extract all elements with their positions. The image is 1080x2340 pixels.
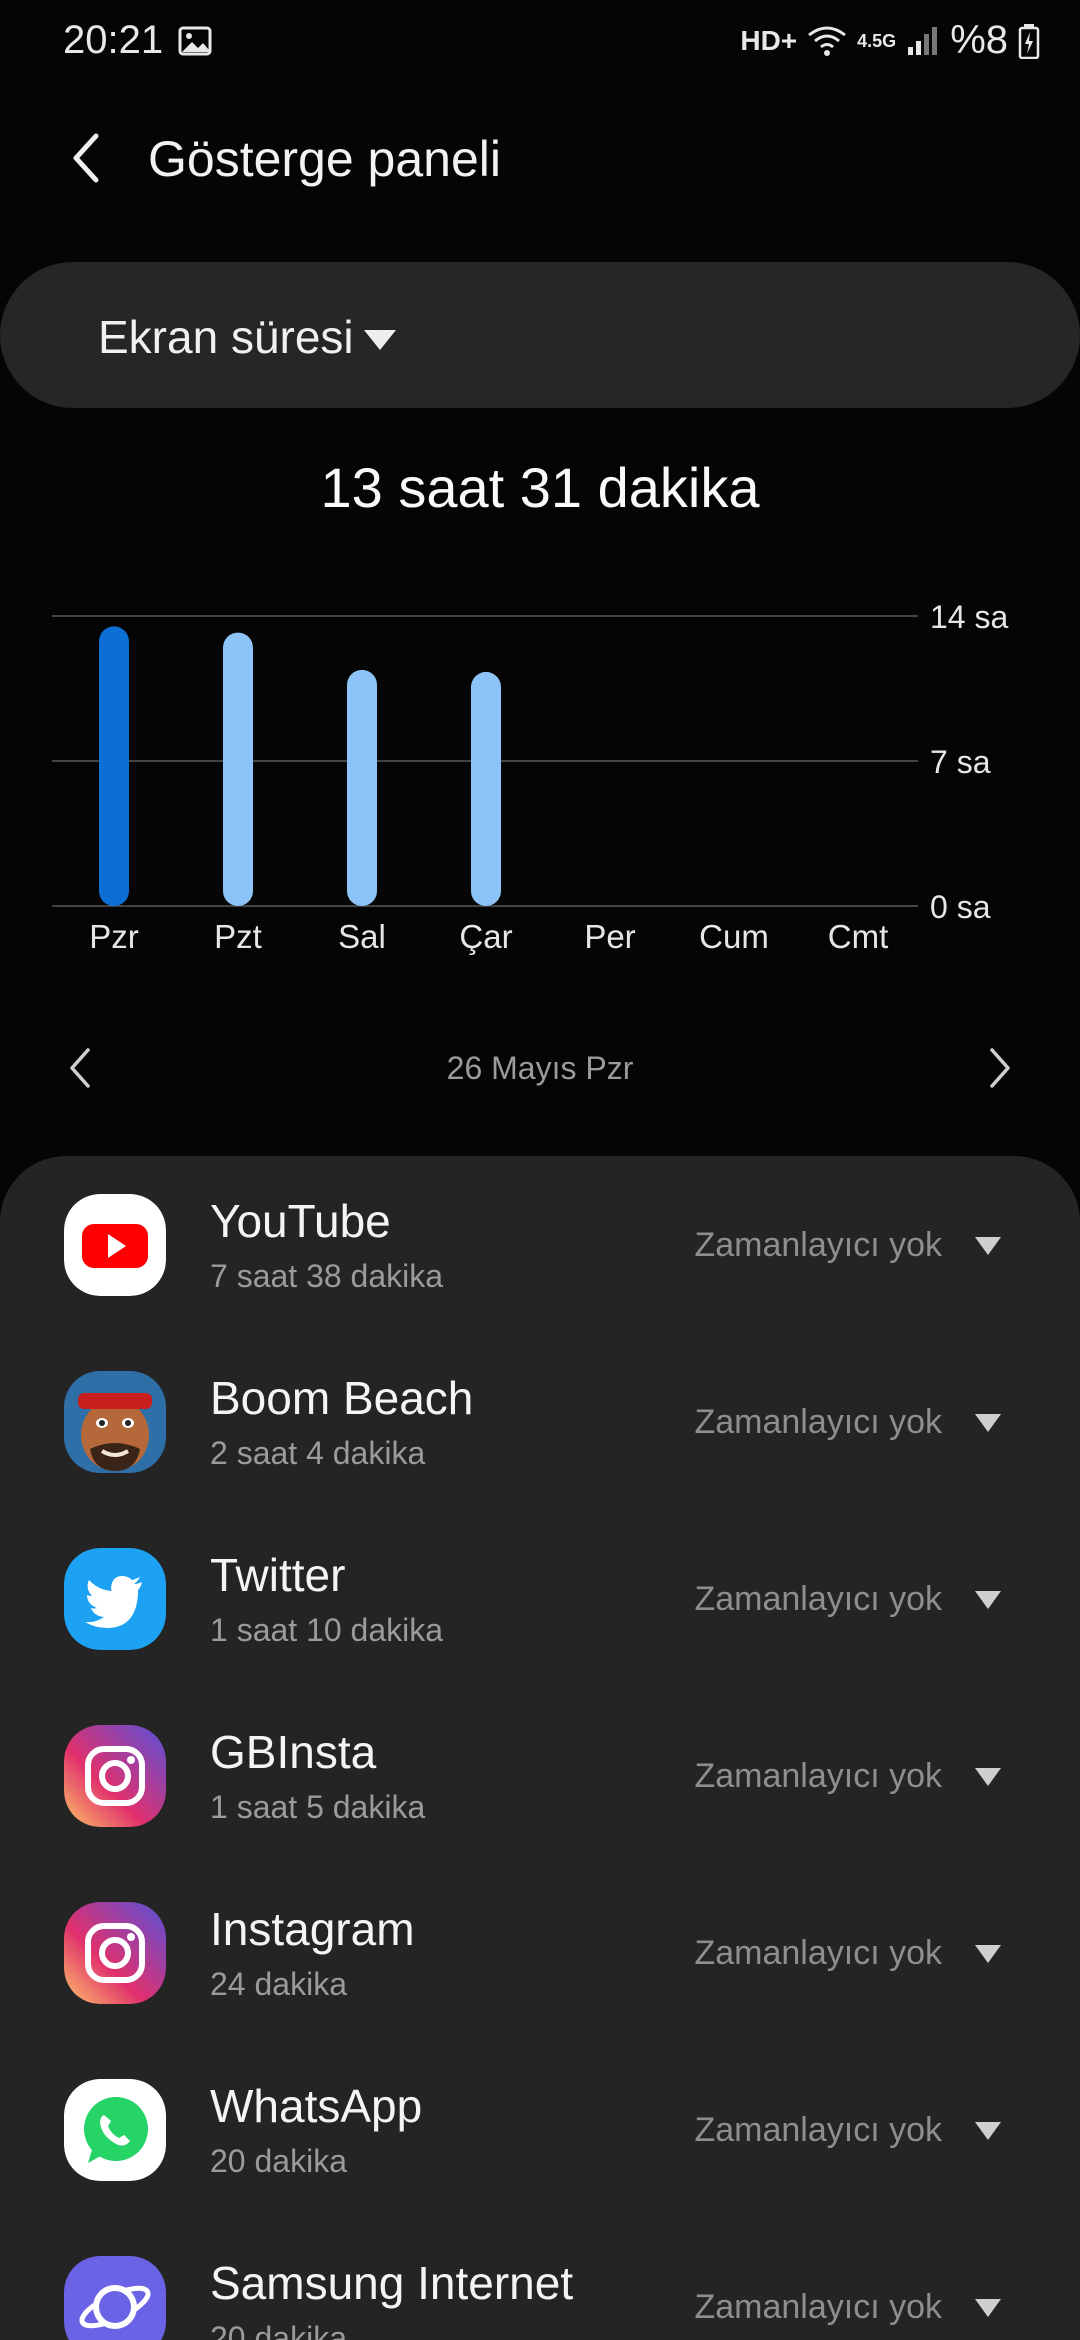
hd-label: HD+: [740, 24, 798, 56]
dropdown-triangle-icon: [364, 330, 396, 350]
x-tick-label: Per: [584, 918, 635, 955]
app-timer-label[interactable]: Zamanlayıcı yok: [694, 1403, 942, 1442]
selector-label: Ekran süresi: [98, 311, 354, 363]
list-item[interactable]: Twitter 1 saat 10 dakika Zamanlayıcı yok: [0, 1510, 1080, 1687]
app-name: YouTube: [210, 1195, 391, 1247]
chevron-down-icon[interactable]: [974, 2298, 1002, 2318]
twitter-icon: [64, 1548, 166, 1650]
whatsapp-icon: [64, 2079, 166, 2181]
battery-percent: %8: [950, 18, 1008, 62]
chart-bar-Çar[interactable]: [471, 671, 501, 906]
chevron-down-icon[interactable]: [974, 1236, 1002, 1256]
x-tick-label: Pzr: [89, 918, 139, 955]
app-timer-label[interactable]: Zamanlayıcı yok: [694, 2111, 942, 2150]
list-item[interactable]: GBInsta 1 saat 5 dakika Zamanlayıcı yok: [0, 1687, 1080, 1864]
app-timer-label[interactable]: Zamanlayıcı yok: [694, 1757, 942, 1796]
x-tick-label: Çar: [459, 918, 512, 955]
chevron-down-icon[interactable]: [974, 1767, 1002, 1787]
chart-bar-Sal[interactable]: [347, 669, 377, 906]
back-arrow-icon[interactable]: [62, 128, 112, 188]
app-usage-time: 20 dakika: [210, 2143, 347, 2179]
list-item[interactable]: Boom Beach 2 saat 4 dakika Zamanlayıcı y…: [0, 1333, 1080, 1510]
y-tick-label: 14 sa: [930, 599, 1008, 635]
instagram-icon: [64, 1902, 166, 2004]
y-tick-label: 0 sa: [930, 889, 991, 925]
screen-time-selector[interactable]: Ekran süresi: [0, 262, 1080, 408]
app-name: WhatsApp: [210, 2080, 423, 2132]
x-tick-label: Sal: [338, 918, 386, 955]
app-usage-time: 7 saat 38 dakika: [210, 1258, 444, 1294]
chevron-down-icon[interactable]: [974, 1944, 1002, 1964]
app-usage-list: YouTube 7 saat 38 dakika Zamanlayıcı yok…: [0, 1156, 1080, 2340]
app-bar: Gösterge paneli: [0, 118, 1080, 198]
app-timer-label[interactable]: Zamanlayıcı yok: [694, 2288, 942, 2327]
screen-time-chart: 0 sa 7 sa 14 sa Pzr Pzt Sal Çar Per Cum Cmt: [52, 599, 1008, 955]
app-timer-label[interactable]: Zamanlayıcı yok: [694, 1580, 942, 1619]
app-name: Instagram: [210, 1903, 415, 1955]
app-name: Samsung Internet: [210, 2257, 574, 2309]
network-type: 4.5G: [857, 30, 897, 51]
app-usage-time: 2 saat 4 dakika: [210, 1435, 426, 1471]
signal-icon: [908, 26, 938, 55]
status-time: 20:21: [63, 18, 164, 62]
total-screen-time: 13 saat 31 dakika: [320, 456, 760, 519]
status-bar: 20:21 HD+ 4.5G %8: [0, 0, 1080, 84]
app-usage-time: 1 saat 5 dakika: [210, 1789, 426, 1825]
app-name: Twitter: [210, 1549, 346, 1601]
x-tick-label: Cum: [699, 918, 769, 955]
date-navigation: 26 Mayıs Pzr: [0, 1040, 1080, 1100]
list-item[interactable]: YouTube 7 saat 38 dakika Zamanlayıcı yok: [0, 1156, 1080, 1333]
app-timer-label[interactable]: Zamanlayıcı yok: [694, 1934, 942, 1973]
samsung-internet-icon: [64, 2256, 166, 2340]
list-item[interactable]: Instagram 24 dakika Zamanlayıcı yok: [0, 1864, 1080, 2041]
battery-icon: [1018, 23, 1040, 59]
app-timer-label[interactable]: Zamanlayıcı yok: [694, 1226, 942, 1265]
chevron-down-icon[interactable]: [974, 2121, 1002, 2141]
x-tick-label: Pzt: [214, 918, 262, 955]
app-name: GBInsta: [210, 1726, 377, 1778]
app-usage-time: 24 dakika: [210, 1966, 347, 2002]
app-name: Boom Beach: [210, 1372, 474, 1424]
chart-bar-Pzt[interactable]: [223, 632, 253, 906]
y-tick-label: 7 sa: [930, 744, 991, 780]
page-title: Gösterge paneli: [148, 131, 502, 187]
list-item[interactable]: WhatsApp 20 dakika Zamanlayıcı yok: [0, 2041, 1080, 2218]
image-icon: [178, 26, 212, 56]
chevron-down-icon[interactable]: [974, 1590, 1002, 1610]
chevron-down-icon[interactable]: [974, 1413, 1002, 1433]
list-item[interactable]: Samsung Internet 20 dakika Zamanlayıcı y…: [0, 2218, 1080, 2340]
next-day-icon[interactable]: [984, 1046, 1014, 1090]
gbinsta-icon: [64, 1725, 166, 1827]
wifi-icon: [808, 26, 847, 56]
boom-beach-icon: [64, 1371, 166, 1473]
selected-date: 26 Mayıs Pzr: [446, 1050, 634, 1086]
youtube-icon: [64, 1194, 166, 1296]
x-tick-label: Cmt: [828, 918, 889, 955]
app-usage-time: 20 dakika: [210, 2320, 347, 2340]
app-usage-time: 1 saat 10 dakika: [210, 1612, 444, 1648]
chart-bar-Pzr[interactable]: [99, 626, 129, 906]
